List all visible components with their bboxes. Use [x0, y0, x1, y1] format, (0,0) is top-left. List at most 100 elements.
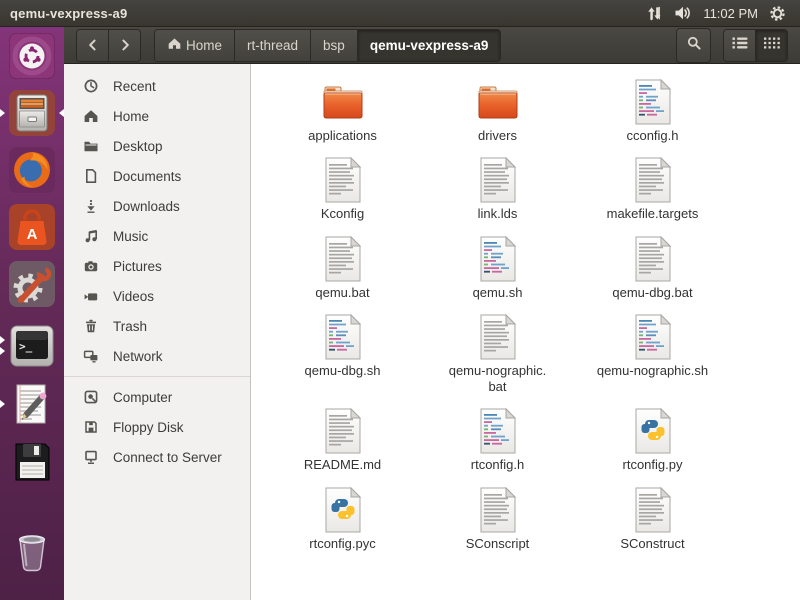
sidebar-item-home[interactable]: Home	[64, 101, 250, 131]
grid-view-icon	[763, 36, 781, 55]
launcher-item-terminal[interactable]	[0, 323, 64, 369]
file-manager-window: Home rt-thread bsp qemu-vexpress-a9 Rece…	[64, 27, 800, 600]
sidebar-item-documents[interactable]: Documents	[64, 161, 250, 191]
sidebar-item-videos[interactable]: Videos	[64, 281, 250, 311]
breadcrumb-rt-thread[interactable]: rt-thread	[234, 30, 310, 61]
sidebar-item-desktop[interactable]: Desktop	[64, 131, 250, 161]
floppy-disk-icon	[9, 439, 55, 485]
file-view: applications drivers cconfig.h Kconfig l…	[251, 64, 800, 600]
breadcrumb-home[interactable]: Home	[155, 30, 234, 61]
file-item-kconfig[interactable]: Kconfig	[265, 156, 420, 222]
back-button[interactable]	[77, 30, 108, 61]
python-file-icon	[629, 407, 677, 455]
text-file-icon	[319, 235, 367, 283]
text-file-icon	[629, 156, 677, 204]
launcher-item-files[interactable]	[0, 90, 64, 136]
home-icon	[167, 36, 182, 54]
launcher-item-floppy[interactable]	[0, 439, 64, 485]
places-sidebar: Recent Home Desktop Documents Downloads …	[64, 64, 251, 600]
file-item-rtconfig-h[interactable]: rtconfig.h	[420, 407, 575, 473]
sidebar-item-computer[interactable]: Computer	[64, 382, 250, 412]
file-item-drivers[interactable]: drivers	[420, 78, 575, 144]
folder-icon	[319, 78, 367, 126]
file-item-cconfig-h[interactable]: cconfig.h	[575, 78, 730, 144]
code-file-icon	[629, 78, 677, 126]
running-pip	[0, 336, 5, 344]
ubuntu-dash-icon	[9, 33, 55, 79]
folder-icon	[474, 78, 522, 126]
toolbar: Home rt-thread bsp qemu-vexpress-a9	[64, 27, 800, 64]
sidebar-item-connect-to-server[interactable]: Connect to Server	[64, 442, 250, 472]
code-file-icon	[629, 313, 677, 361]
file-item-qemu-bat[interactable]: qemu.bat	[265, 235, 420, 301]
top-panel: qemu-vexpress-a9 11:02 PM	[0, 0, 800, 27]
text-file-icon	[629, 235, 677, 283]
file-item-readme-md[interactable]: README.md	[265, 407, 420, 473]
file-item-makefile-targets[interactable]: makefile.targets	[575, 156, 730, 222]
sidebar-item-downloads[interactable]: Downloads	[64, 191, 250, 221]
launcher-item-software-center[interactable]	[0, 204, 64, 250]
list-view-button[interactable]	[724, 30, 755, 61]
launcher-item-firefox[interactable]	[0, 147, 64, 193]
file-item-sconscript[interactable]: SConscript	[420, 486, 575, 552]
window-title: qemu-vexpress-a9	[0, 6, 127, 21]
volume-icon[interactable]	[674, 5, 692, 21]
file-item-qemu-dbg-sh[interactable]: qemu-dbg.sh	[265, 313, 420, 396]
launcher-item-settings[interactable]	[0, 261, 64, 307]
code-file-icon	[474, 407, 522, 455]
launcher-item-text-editor[interactable]	[0, 381, 64, 427]
view-toggle	[723, 29, 788, 62]
file-item-applications[interactable]: applications	[265, 78, 420, 144]
list-view-icon	[731, 36, 749, 55]
nav-buttons	[76, 29, 141, 62]
system-settings-icon	[9, 261, 55, 307]
sidebar-item-trash[interactable]: Trash	[64, 311, 250, 341]
file-item-qemu-nographic-sh[interactable]: qemu-nographic.sh	[575, 313, 730, 396]
text-file-icon	[474, 313, 522, 361]
file-item-rtconfig-pyc[interactable]: rtconfig.pyc	[265, 486, 420, 552]
sidebar-item-pictures[interactable]: Pictures	[64, 251, 250, 281]
sidebar-separator	[64, 376, 250, 377]
breadcrumb: Home rt-thread bsp qemu-vexpress-a9	[154, 29, 501, 62]
sidebar-item-recent[interactable]: Recent	[64, 71, 250, 101]
code-file-icon	[319, 313, 367, 361]
file-item-sconstruct[interactable]: SConstruct	[575, 486, 730, 552]
running-pip	[0, 400, 5, 408]
text-editor-icon	[9, 381, 55, 427]
file-item-link-lds[interactable]: link.lds	[420, 156, 575, 222]
file-item-qemu-dbg-bat[interactable]: qemu-dbg.bat	[575, 235, 730, 301]
unity-launcher	[0, 27, 64, 600]
python-file-icon	[319, 486, 367, 534]
sidebar-item-music[interactable]: Music	[64, 221, 250, 251]
terminal-icon	[9, 323, 55, 369]
recent-clock-icon-label: Recent	[113, 79, 156, 94]
text-file-icon	[474, 156, 522, 204]
clock[interactable]: 11:02 PM	[703, 6, 758, 21]
search-button[interactable]	[676, 28, 711, 63]
launcher-item-dash[interactable]	[0, 33, 64, 79]
firefox-icon	[9, 147, 55, 193]
launcher-item-trash[interactable]	[0, 528, 64, 574]
breadcrumb-current[interactable]: qemu-vexpress-a9	[357, 30, 501, 61]
indicator-tray: 11:02 PM	[646, 5, 800, 22]
file-item-rtconfig-py[interactable]: rtconfig.py	[575, 407, 730, 473]
sidebar-item-network[interactable]: Network	[64, 341, 250, 371]
running-pip	[0, 347, 5, 355]
session-gear-icon[interactable]	[769, 5, 786, 22]
desktop: qemu-vexpress-a9 11:02 PM	[0, 0, 800, 600]
search-icon	[686, 35, 702, 56]
trash-icon	[9, 528, 55, 574]
network-updown-icon[interactable]	[646, 5, 663, 22]
file-manager-icon	[9, 90, 55, 136]
text-file-icon	[474, 486, 522, 534]
running-pip	[0, 109, 5, 117]
code-file-icon	[474, 235, 522, 283]
text-file-icon	[629, 486, 677, 534]
file-item-qemu-sh[interactable]: qemu.sh	[420, 235, 575, 301]
sidebar-item-floppy-disk[interactable]: Floppy Disk	[64, 412, 250, 442]
file-item-qemu-nographic-bat[interactable]: qemu-nographic. bat	[420, 313, 575, 396]
software-center-icon	[9, 204, 55, 250]
forward-button[interactable]	[108, 30, 140, 61]
icon-view-button[interactable]	[755, 30, 787, 61]
breadcrumb-bsp[interactable]: bsp	[310, 30, 357, 61]
